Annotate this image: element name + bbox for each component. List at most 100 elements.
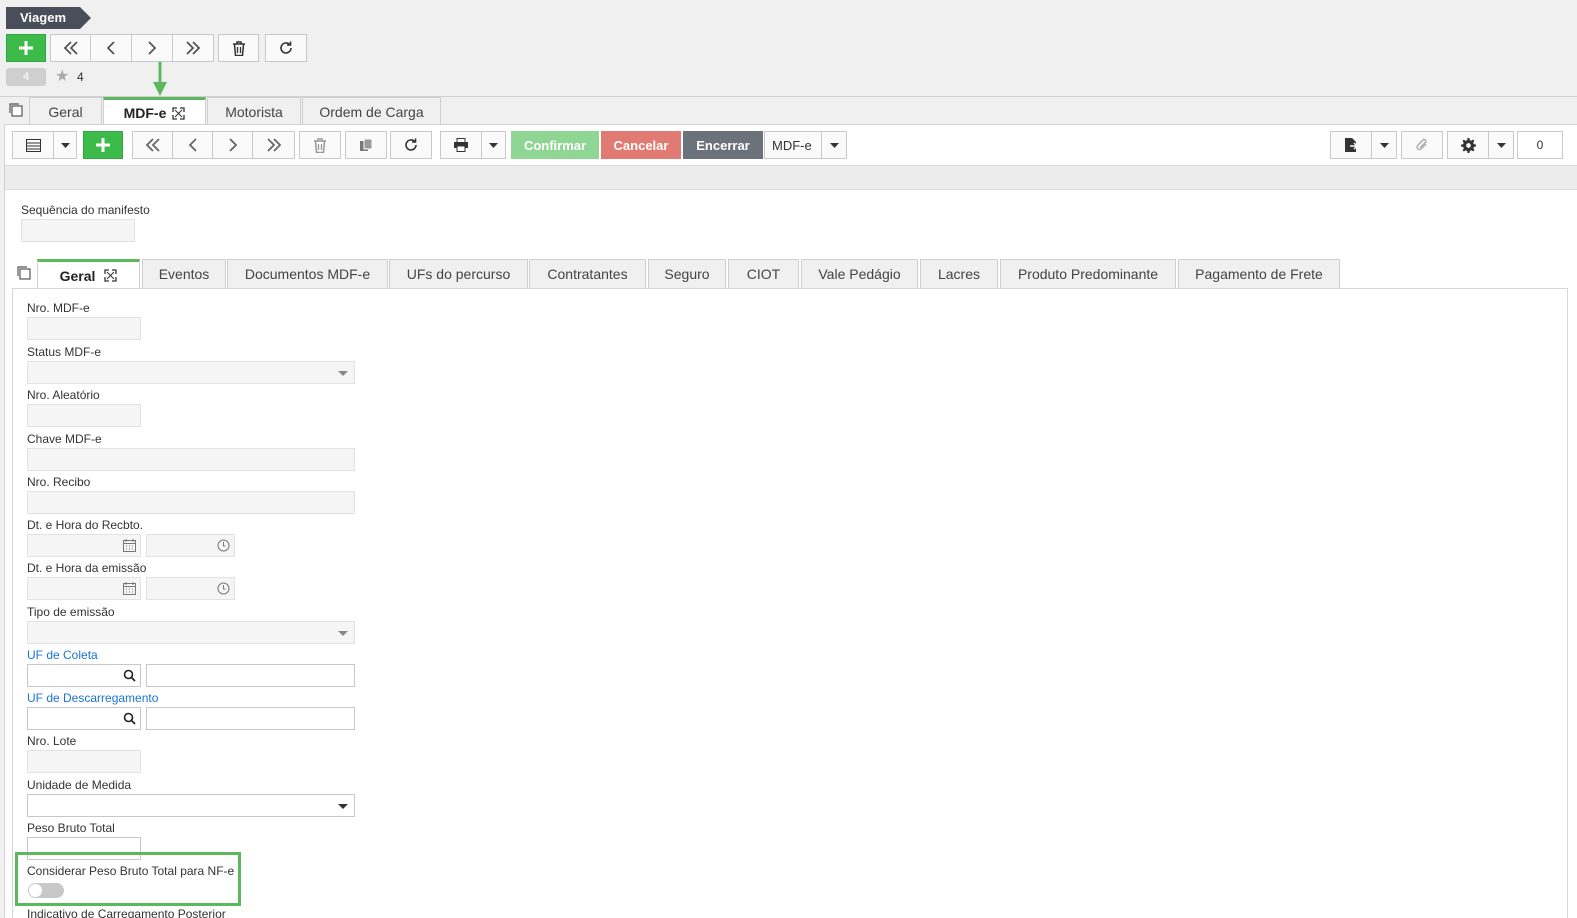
settings-button[interactable] — [1447, 131, 1489, 159]
uf-coleta-code-input[interactable] — [27, 664, 141, 687]
considerar-peso-toggle[interactable] — [28, 883, 64, 898]
record-navigation — [50, 34, 214, 62]
chave-mdfe-input[interactable] — [27, 448, 355, 471]
print-button[interactable] — [440, 131, 482, 159]
nro-aleatorio-input[interactable] — [27, 404, 141, 427]
expand-icon[interactable] — [172, 106, 186, 120]
dt-emissao-date-input[interactable] — [27, 577, 141, 600]
close-mdfe-button[interactable]: Encerrar — [683, 131, 763, 159]
duplicate-icon — [359, 138, 372, 151]
caret-down-icon — [60, 142, 70, 148]
tab-ordem-de-carga[interactable]: Ordem de Carga — [302, 97, 441, 125]
uf-coleta-label[interactable]: UF de Coleta — [27, 648, 98, 662]
nro-lote-input[interactable] — [27, 750, 141, 773]
sequence-input[interactable] — [21, 219, 135, 242]
subtab-geral[interactable]: Geral — [37, 259, 140, 289]
clock-icon[interactable] — [217, 582, 230, 595]
copy-icon[interactable] — [8, 102, 24, 118]
export-dropdown[interactable] — [1371, 131, 1397, 159]
tipo-emissao-select[interactable] — [27, 621, 355, 644]
refresh-icon — [405, 138, 417, 151]
first-record-button[interactable] — [50, 34, 91, 62]
tab-label: Motorista — [225, 103, 283, 120]
subtab-pagamento-frete[interactable]: Pagamento de Frete — [1178, 259, 1340, 288]
refresh-button[interactable] — [265, 34, 307, 62]
confirm-button[interactable]: Confirmar — [511, 131, 599, 159]
status-mdfe-label: Status MDF-e — [27, 345, 102, 359]
expand-icon[interactable] — [104, 269, 118, 282]
print-dropdown[interactable] — [481, 131, 506, 159]
list-view-dropdown[interactable] — [53, 131, 77, 159]
add-record-button[interactable] — [83, 131, 123, 159]
content-panel: Confirmar Cancelar Encerrar MDF-e 0 Sequ… — [4, 124, 1577, 918]
uf-descarregamento-code-input[interactable] — [27, 707, 141, 730]
delete-record-button[interactable] — [299, 131, 341, 159]
subtab-eventos[interactable]: Eventos — [142, 259, 226, 288]
prev-button[interactable] — [172, 131, 213, 159]
tab-mdfe[interactable]: MDF-e — [103, 97, 206, 126]
subtab-contratantes[interactable]: Contratantes — [529, 259, 646, 288]
duplicate-button[interactable] — [345, 131, 387, 159]
nro-recibo-label: Nro. Recibo — [27, 475, 91, 489]
dt-emissao-time-input[interactable] — [146, 577, 235, 600]
tab-geral[interactable]: Geral — [29, 97, 102, 125]
nro-recibo-input[interactable] — [27, 491, 355, 514]
subtab-documentos-mdfe[interactable]: Documentos MDF-e — [227, 259, 388, 288]
indicativo-carregamento-label: Indicativo de Carregamento Posterior — [27, 907, 226, 918]
chevron-down-icon — [338, 371, 348, 376]
star-icon[interactable]: ★ — [55, 66, 69, 86]
caret-down-icon — [1496, 142, 1506, 148]
clock-icon[interactable] — [217, 539, 230, 552]
subtab-vale-pedagio[interactable]: Vale Pedágio — [801, 259, 918, 288]
subtab-label: Lacres — [937, 266, 981, 282]
subtab-seguro[interactable]: Seguro — [648, 259, 726, 288]
delete-button[interactable] — [218, 34, 259, 62]
subtab-ufs-percurso[interactable]: UFs do percurso — [389, 259, 528, 288]
cancel-button[interactable]: Cancelar — [601, 131, 681, 159]
unidade-medida-select[interactable] — [27, 794, 355, 817]
breadcrumb[interactable]: Viagem — [6, 7, 92, 29]
doc-type-dropdown[interactable] — [821, 131, 847, 159]
double-chevron-right-icon — [266, 138, 281, 152]
subtab-ciot[interactable]: CIOT — [728, 259, 799, 288]
settings-dropdown[interactable] — [1488, 131, 1514, 159]
tab-motorista[interactable]: Motorista — [207, 97, 301, 125]
dt-recbto-date-input[interactable] — [27, 534, 141, 557]
attachment-button[interactable] — [1401, 131, 1443, 159]
uf-descarregamento-name-input[interactable] — [146, 707, 355, 730]
subtab-produto-predominante[interactable]: Produto Predominante — [1000, 259, 1176, 288]
next-button[interactable] — [212, 131, 253, 159]
nro-mdfe-input[interactable] — [27, 317, 141, 340]
status-mdfe-select[interactable] — [27, 361, 355, 384]
trash-icon — [232, 40, 245, 56]
toggle-knob — [29, 884, 42, 897]
reload-button[interactable] — [390, 131, 432, 159]
last-record-button[interactable] — [173, 34, 214, 62]
subtab-lacres[interactable]: Lacres — [920, 259, 998, 288]
subtab-label: Eventos — [158, 266, 210, 282]
search-icon[interactable] — [123, 669, 136, 682]
first-button[interactable] — [132, 131, 173, 159]
copy-icon[interactable] — [16, 265, 32, 281]
previous-record-button[interactable] — [91, 34, 132, 62]
search-icon[interactable] — [123, 712, 136, 725]
uf-coleta-name-input[interactable] — [146, 664, 355, 687]
notification-count[interactable]: 0 — [1517, 131, 1563, 159]
favorites-count: 4 — [77, 70, 84, 84]
add-button[interactable] — [6, 34, 46, 62]
subtab-label: Produto Predominante — [1017, 266, 1159, 282]
list-view-button[interactable] — [12, 131, 54, 159]
last-button[interactable] — [252, 131, 295, 159]
double-chevron-left-icon — [63, 41, 78, 55]
next-record-button[interactable] — [132, 34, 173, 62]
uf-descarregamento-label[interactable]: UF de Descarregamento — [27, 691, 158, 705]
doc-type-select[interactable]: MDF-e — [764, 131, 822, 159]
export-button[interactable] — [1330, 131, 1372, 159]
calendar-icon[interactable] — [123, 539, 136, 552]
chave-mdfe-label: Chave MDF-e — [27, 432, 102, 446]
dt-recbto-time-input[interactable] — [146, 534, 235, 557]
record-counter-badge: 4 — [6, 68, 46, 86]
calendar-icon[interactable] — [123, 582, 136, 595]
nro-lote-label: Nro. Lote — [27, 734, 77, 748]
subtab-label: Contratantes — [547, 266, 628, 282]
